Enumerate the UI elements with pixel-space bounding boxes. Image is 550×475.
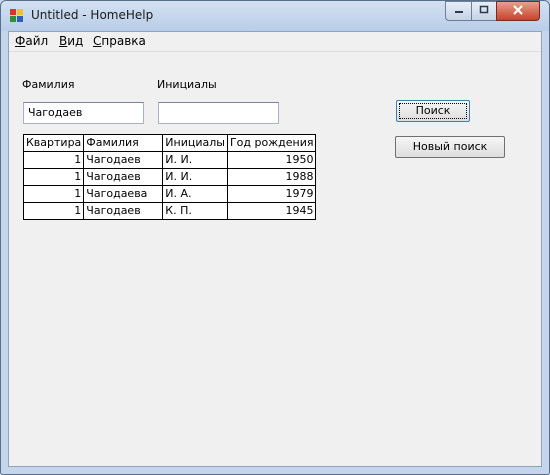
surname-label: Фамилия [22, 78, 75, 91]
cell-initials: И. И. [162, 151, 228, 169]
table-row[interactable]: 1 Чагодаев И. И. 1950 [22, 151, 317, 169]
title-bar[interactable]: Untitled - HomeHelp [1, 1, 549, 31]
menu-view-mnemonic: В [59, 34, 68, 48]
column-header-apartment: Квартира [22, 134, 85, 152]
app-icon[interactable] [9, 8, 25, 24]
menu-file-label: айл [25, 34, 49, 48]
column-header-initials: Инициалы [162, 134, 228, 152]
cell-apartment: 1 [22, 151, 85, 169]
column-header-surname: Фамилия [83, 134, 164, 152]
cell-surname: Чагодаев [83, 168, 164, 186]
menu-help-label: правка [101, 34, 146, 48]
table-row[interactable]: 1 Чагодаев И. И. 1988 [22, 168, 317, 186]
minimize-icon [454, 5, 464, 18]
search-button[interactable]: Поиск [396, 100, 470, 122]
cell-surname: Чагодаева [83, 185, 164, 203]
client-area: Файл Вид Справка Фамилия Инициалы Чагода… [8, 31, 542, 467]
cell-initials: И. И. [162, 168, 228, 186]
menu-bar: Файл Вид Справка [9, 32, 541, 52]
menu-view-label: ид [67, 34, 84, 48]
table-row[interactable]: 1 Чагодаев К. П. 1945 [22, 202, 317, 220]
menu-view[interactable]: Вид [59, 34, 83, 48]
maximize-button[interactable] [471, 1, 497, 21]
initials-label: Инициалы [157, 78, 217, 91]
menu-file[interactable]: Файл [15, 34, 48, 48]
minimize-button[interactable] [445, 1, 472, 21]
menu-help[interactable]: Справка [93, 34, 146, 48]
cell-initials: К. П. [162, 202, 228, 220]
new-search-button[interactable]: Новый поиск [395, 136, 505, 158]
maximize-icon [479, 5, 489, 18]
cell-initials: И. А. [162, 185, 228, 203]
surname-input[interactable]: Чагодаев [23, 102, 144, 124]
column-header-birth-year: Год рождения [226, 134, 317, 152]
window-title: Untitled - HomeHelp [31, 8, 154, 22]
initials-input[interactable] [158, 102, 279, 124]
cell-birth-year: 1979 [226, 185, 317, 203]
cell-apartment: 1 [22, 168, 85, 186]
cell-surname: Чагодаев [83, 202, 164, 220]
table-row[interactable]: 1 Чагодаева И. А. 1979 [22, 185, 317, 203]
cell-apartment: 1 [22, 202, 85, 220]
app-window: Untitled - HomeHelp Файл Вид Справка Фам… [0, 0, 550, 475]
cell-birth-year: 1945 [226, 202, 317, 220]
cell-birth-year: 1950 [226, 151, 317, 169]
menu-file-mnemonic: Ф [15, 34, 26, 48]
table-header-row: Квартира Фамилия Инициалы Год рождения [22, 134, 317, 152]
cell-surname: Чагодаев [83, 151, 164, 169]
cell-birth-year: 1988 [226, 168, 317, 186]
close-button[interactable] [496, 1, 540, 21]
close-icon [512, 4, 524, 18]
cell-apartment: 1 [22, 185, 85, 203]
results-table: Квартира Фамилия Инициалы Год рождения 1… [22, 134, 317, 220]
